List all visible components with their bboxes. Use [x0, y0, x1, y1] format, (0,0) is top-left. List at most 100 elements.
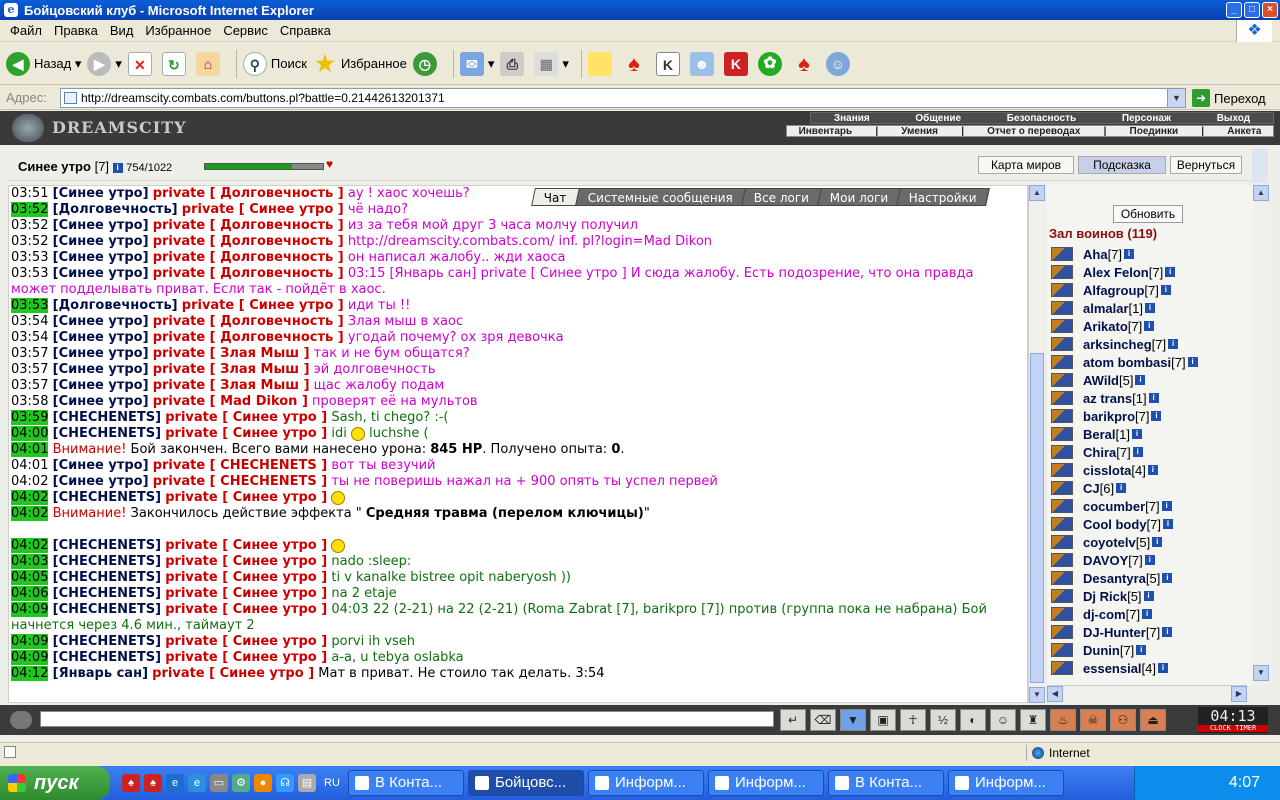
taskbar-task[interactable]: Бойцовс... [468, 770, 584, 796]
private-target[interactable]: private [ Синее утро ] [165, 410, 327, 425]
info-icon[interactable]: i [1124, 249, 1135, 259]
info-icon[interactable]: i [1162, 627, 1173, 637]
info-icon[interactable]: i [1136, 645, 1147, 655]
nav-inventory[interactable]: Инвентарь [799, 126, 853, 137]
private-target[interactable]: private [ Долговечность ] [153, 234, 344, 249]
user-item[interactable]: DJ-Hunter [7] i [1051, 623, 1251, 641]
user-name[interactable]: dj-com [1083, 607, 1126, 622]
return-button[interactable]: Вернуться [1170, 156, 1242, 174]
private-target[interactable]: private [ Синее утро ] [165, 554, 327, 569]
tab-my-logs[interactable]: Мои логи [816, 188, 902, 206]
mask-icon[interactable]: ☠ [1080, 709, 1106, 731]
user-name[interactable]: Beral [1083, 427, 1116, 442]
save-icon[interactable]: ▣ [870, 709, 896, 731]
chevron-down-icon[interactable]: ▼ [1167, 89, 1185, 107]
info-icon[interactable]: i [1132, 447, 1143, 457]
user-name[interactable]: az trans [1083, 391, 1132, 406]
info-icon[interactable]: i [1144, 555, 1155, 565]
user-name[interactable]: Alfagroup [1083, 283, 1144, 298]
favorites-button[interactable]: ★ Избранное [313, 51, 407, 76]
private-target[interactable]: private [ Mad Dikon ] [153, 394, 308, 409]
user-item[interactable]: Arikato [7] i [1051, 317, 1251, 335]
hint-button[interactable]: Подсказка [1078, 156, 1166, 174]
scroll-right-icon[interactable]: ▶ [1231, 686, 1247, 702]
private-target[interactable]: private [ CHECHENETS ] [153, 474, 328, 489]
user-item[interactable]: Desantyra [5] i [1051, 569, 1251, 587]
private-target[interactable]: private [ Синее утро ] [182, 298, 344, 313]
scroll-down-icon[interactable]: ▼ [1029, 687, 1045, 703]
taskbar-task[interactable]: Информ... [948, 770, 1064, 796]
nav-knowledge[interactable]: Знания [834, 113, 870, 124]
user-name[interactable]: essensial [1083, 661, 1142, 676]
user-list-hscrollbar[interactable]: ◀ ▶ [1047, 685, 1247, 702]
user-name[interactable]: cisslota [1083, 463, 1131, 478]
sender-nick[interactable]: [CHECHENETS] [53, 586, 162, 601]
taskbar-task[interactable]: В Конта... [828, 770, 944, 796]
private-target[interactable]: private [ Синее утро ] [165, 634, 327, 649]
k-button[interactable]: K [655, 51, 684, 76]
user-item[interactable]: Dj Rick [5] i [1051, 587, 1251, 605]
private-target[interactable]: private [ Синее утро ] [165, 426, 327, 441]
sender-nick[interactable]: [Синее утро] [53, 394, 149, 409]
note-button[interactable] [587, 51, 616, 76]
scroll-up-icon[interactable]: ▲ [1253, 185, 1269, 201]
exit-icon[interactable]: ⏏ [1140, 709, 1166, 731]
user-name[interactable]: Dunin [1083, 643, 1120, 658]
info-icon[interactable]: i [1142, 609, 1153, 619]
taskbar-task[interactable]: Информ... [588, 770, 704, 796]
info-icon[interactable]: i [1165, 267, 1176, 277]
close-button[interactable]: × [1262, 2, 1278, 18]
stop-button[interactable]: ✕ [127, 51, 156, 76]
info-icon[interactable]: i [1163, 519, 1174, 529]
top-scrollbar[interactable] [1252, 149, 1268, 183]
user-item[interactable]: cocumber [7] i [1051, 497, 1251, 515]
private-target[interactable]: private [ CHECHENETS ] [153, 458, 328, 473]
user-item[interactable]: Beral [1] i [1051, 425, 1251, 443]
private-target[interactable]: private [ Злая Мыш ] [153, 346, 310, 361]
user-item[interactable]: dj-com [7] i [1051, 605, 1251, 623]
taskbar-task[interactable]: В Конта... [348, 770, 464, 796]
address-input[interactable]: http://dreamscity.combats.com/buttons.pl… [60, 88, 1186, 108]
history-button[interactable]: ◷ [412, 51, 441, 76]
user-name[interactable]: Aha [1083, 247, 1108, 262]
head-icon[interactable] [10, 711, 32, 729]
helmet-icon[interactable]: ♜ [1020, 709, 1046, 731]
private-target[interactable]: private [ Синее утро ] [165, 586, 327, 601]
user-name[interactable]: DAVOY [1083, 553, 1128, 568]
print-button[interactable]: ⎙ [500, 51, 528, 76]
home-button[interactable]: ⌂ [195, 51, 224, 76]
spade-icon[interactable]: ♠ [144, 774, 162, 792]
ie-icon[interactable]: e [166, 774, 184, 792]
private-target[interactable]: private [ Долговечность ] [153, 250, 344, 265]
sender-nick[interactable]: [CHECHENETS] [53, 650, 162, 665]
user-name[interactable]: CJ [1083, 481, 1100, 496]
info-icon[interactable]: i [1145, 303, 1156, 313]
user-item[interactable]: az trans [1] i [1051, 389, 1251, 407]
menu-file[interactable]: Файл [4, 23, 48, 38]
settings-icon[interactable]: ⚙ [232, 774, 250, 792]
monitor-icon[interactable]: ▭ [210, 774, 228, 792]
nav-skills[interactable]: Умения [901, 126, 938, 137]
sender-nick[interactable]: [Синее утро] [53, 378, 149, 393]
private-target[interactable]: private [ Долговечность ] [153, 266, 344, 281]
user-item[interactable]: Aha [7] i [1051, 245, 1251, 263]
info-icon[interactable]: i [1144, 321, 1155, 331]
menu-favorites[interactable]: Избранное [139, 23, 217, 38]
user-name[interactable]: arksincheg [1083, 337, 1152, 352]
eraser-icon[interactable]: ⌫ [810, 709, 836, 731]
user-name[interactable]: Cool body [1083, 517, 1147, 532]
start-button[interactable]: пуск [0, 766, 110, 800]
info-icon[interactable]: i [1161, 501, 1172, 511]
ie-icon[interactable]: e [188, 774, 206, 792]
sender-nick[interactable]: [Синее утро] [53, 250, 149, 265]
filter-icon[interactable]: ▼ [840, 709, 866, 731]
smiley-icon[interactable]: ☺ [990, 709, 1016, 731]
minimize-button[interactable]: _ [1226, 2, 1242, 18]
user-name[interactable]: DJ-Hunter [1083, 625, 1146, 640]
nav-character[interactable]: Персонаж [1122, 113, 1171, 124]
user-name[interactable]: almalar [1083, 301, 1129, 316]
tab-system-messages[interactable]: Системные сообщения [574, 188, 746, 206]
info-icon[interactable]: i [1132, 429, 1142, 439]
nav-transfers[interactable]: Отчет о переводах [987, 126, 1080, 137]
refresh-list-button[interactable]: Обновить [1113, 205, 1183, 223]
